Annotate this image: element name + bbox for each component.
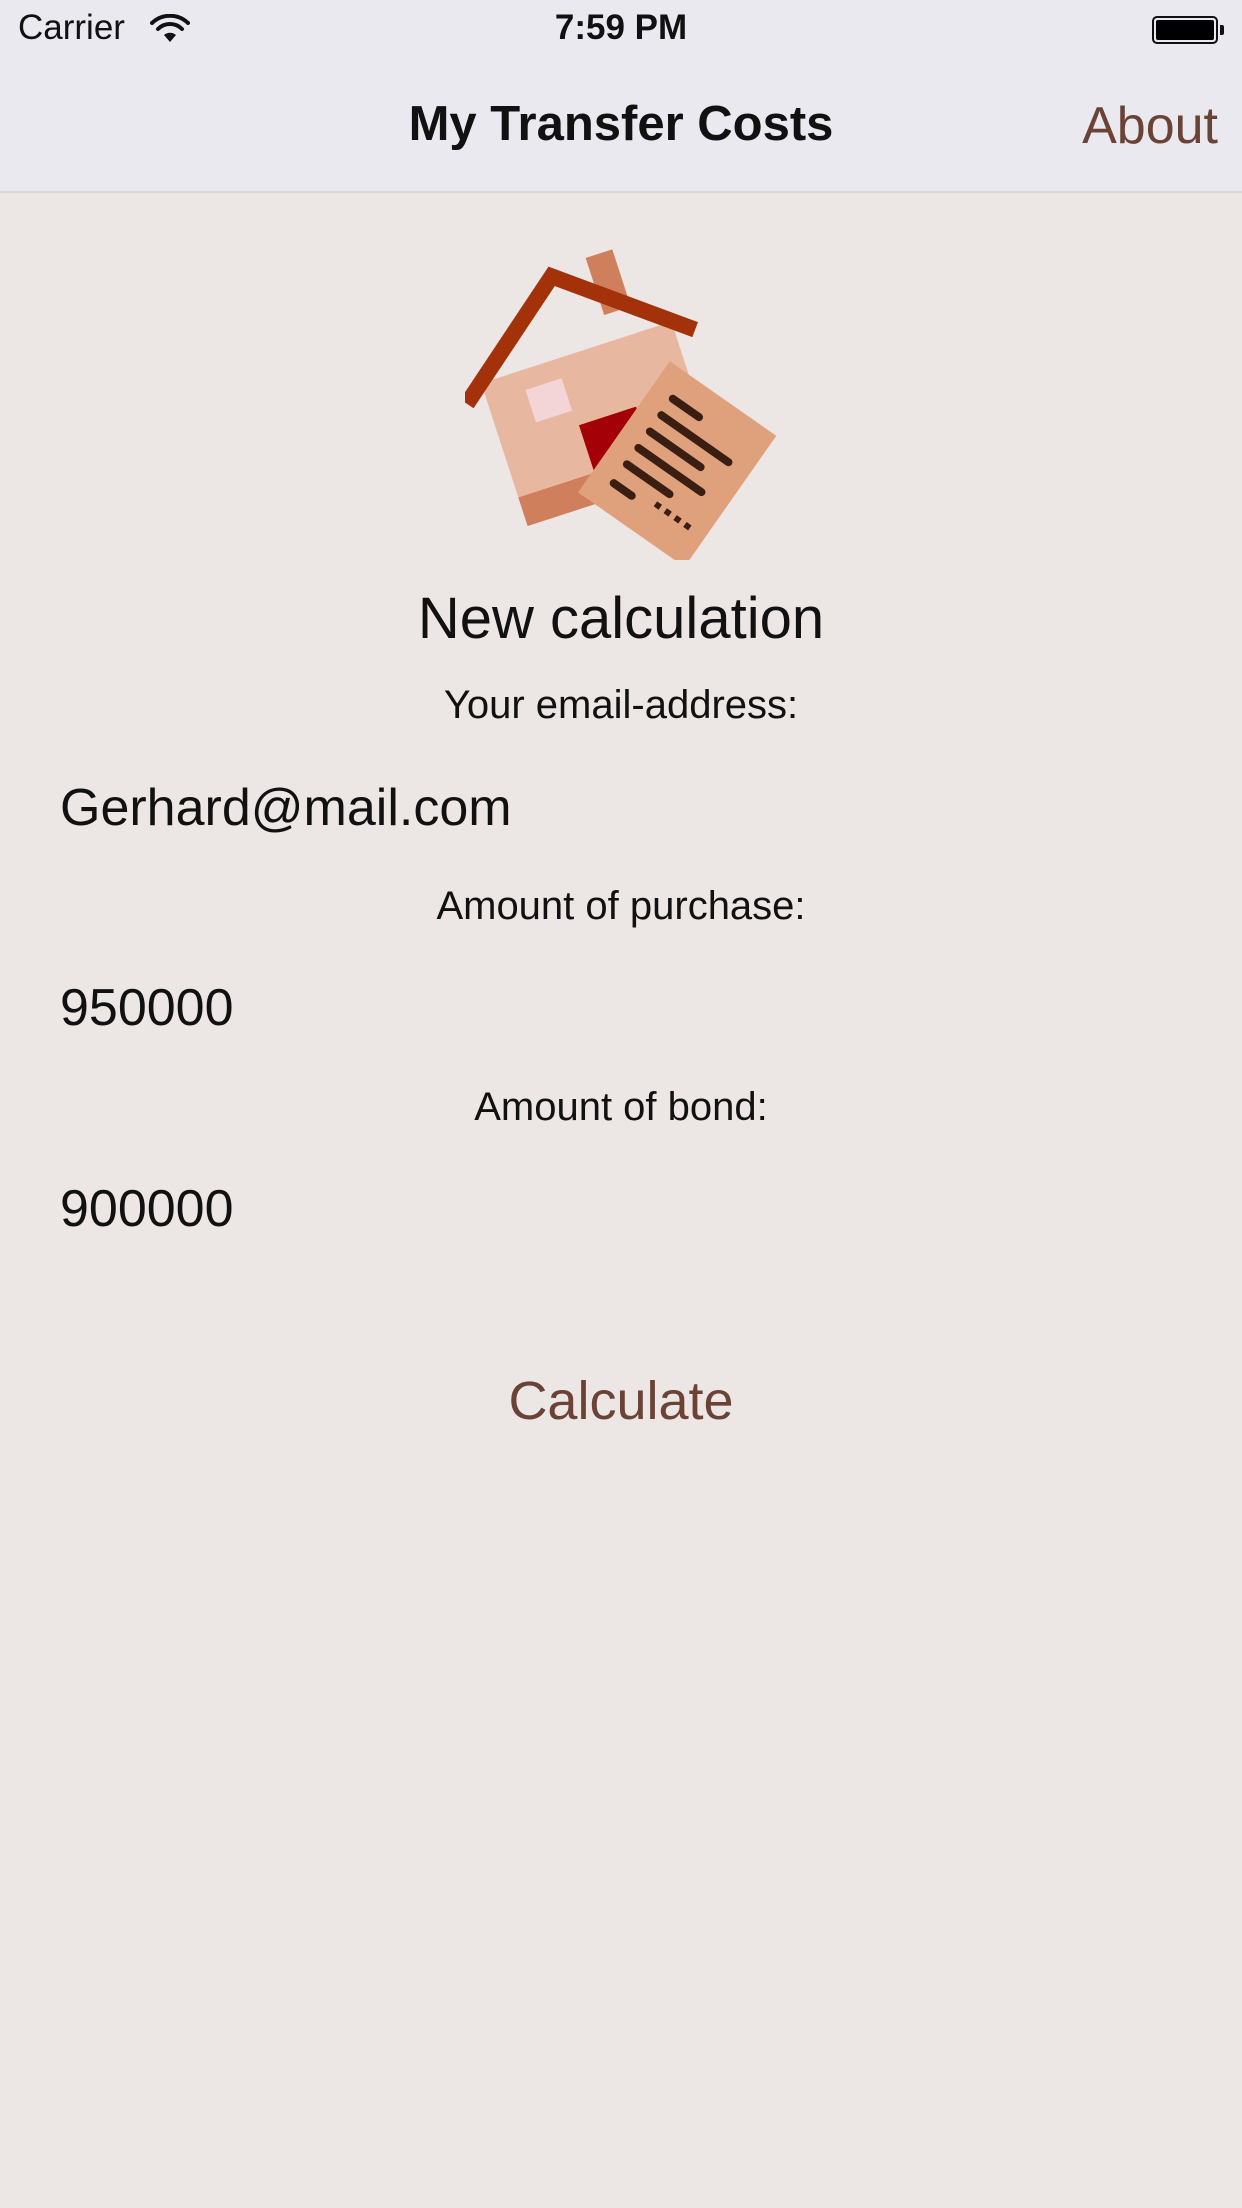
nav-title: My Transfer Costs xyxy=(408,97,834,151)
purchase-amount-label: Amount of purchase: xyxy=(436,884,806,928)
page-heading: New calculation xyxy=(417,586,825,651)
email-field[interactable]: Gerhard@mail.com xyxy=(60,768,1182,848)
calculate-button[interactable]: Calculate xyxy=(0,1370,1242,1432)
status-bar: Carrier 7:59 PM xyxy=(0,0,1242,60)
email-label: Your email-address: xyxy=(443,683,799,727)
battery-nub xyxy=(1220,25,1224,35)
purchase-amount-field[interactable]: 950000 xyxy=(60,968,1182,1048)
navigation-bar: My Transfer Costs About xyxy=(0,60,1242,193)
clock: 7:59 PM xyxy=(554,8,688,47)
battery-icon xyxy=(1152,16,1218,44)
bond-amount-label: Amount of bond: xyxy=(474,1085,768,1129)
bond-amount-field[interactable]: 900000 xyxy=(60,1169,1182,1249)
about-button[interactable]: About xyxy=(1082,96,1218,156)
house-with-document-icon xyxy=(465,249,777,560)
